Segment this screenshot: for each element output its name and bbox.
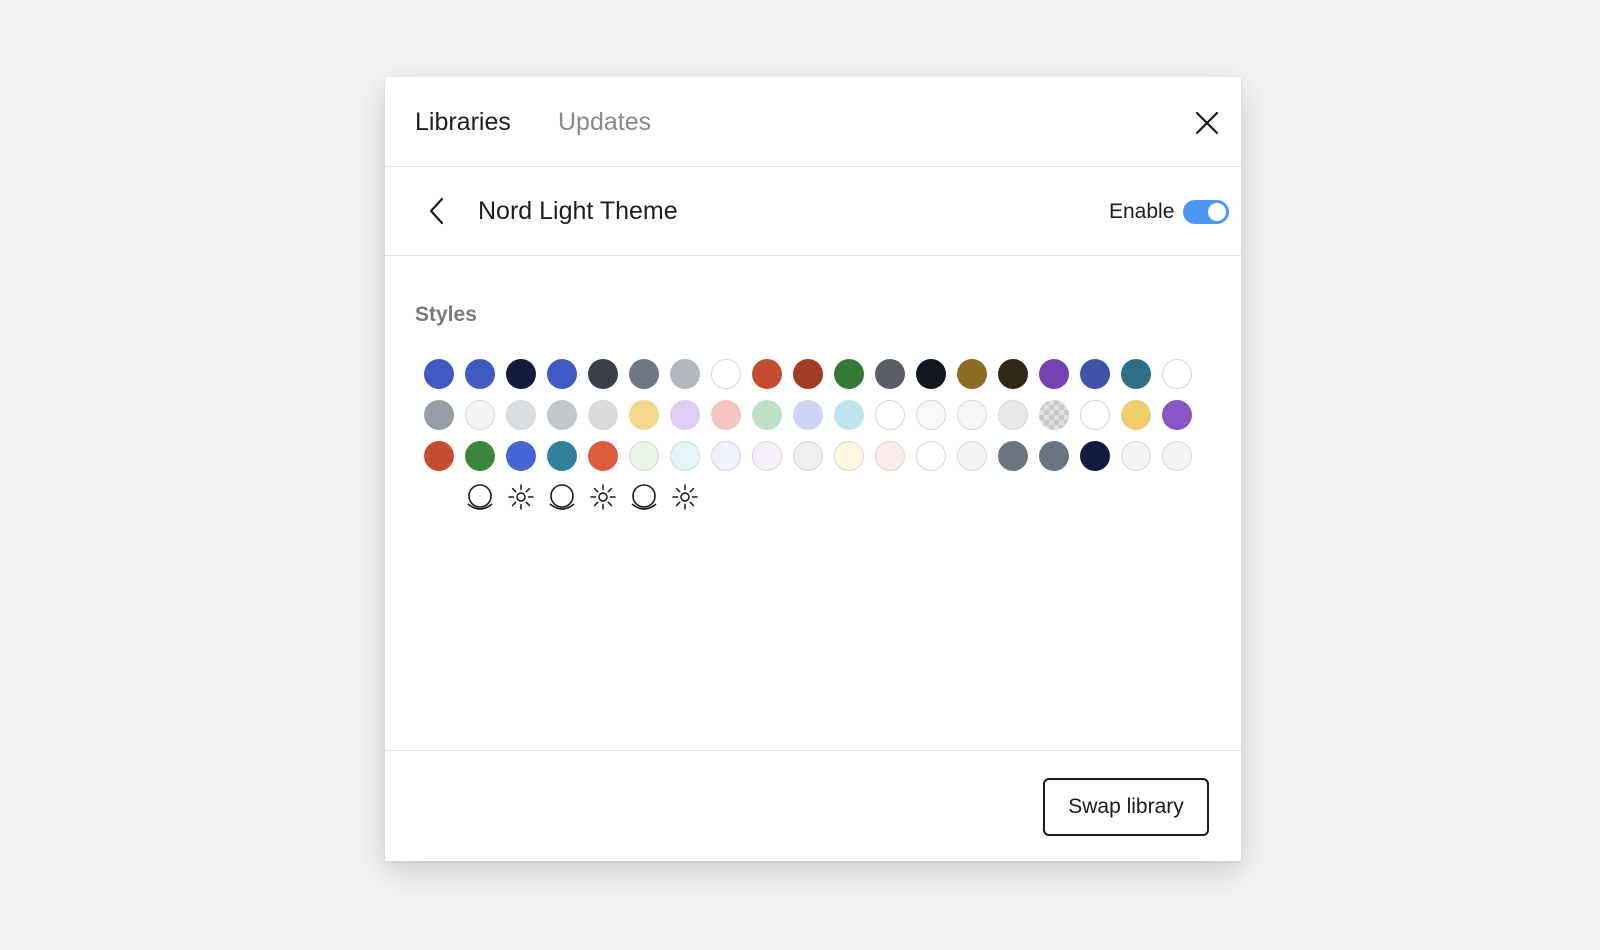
color-style-swatch[interactable] xyxy=(629,400,659,430)
color-style-swatch[interactable] xyxy=(547,400,577,430)
color-style-swatch[interactable] xyxy=(752,441,782,471)
color-style-swatch[interactable] xyxy=(1039,359,1069,389)
library-title: Nord Light Theme xyxy=(478,197,678,225)
shadow-effect-icon xyxy=(467,484,493,510)
color-style-swatch[interactable] xyxy=(670,400,700,430)
color-style-swatch[interactable] xyxy=(998,400,1028,430)
color-style-swatch[interactable] xyxy=(1080,400,1110,430)
color-style-swatch[interactable] xyxy=(916,400,946,430)
color-style-swatch[interactable] xyxy=(506,441,536,471)
color-style-swatch[interactable] xyxy=(752,359,782,389)
color-style-swatch[interactable] xyxy=(834,359,864,389)
color-style-swatch[interactable] xyxy=(1080,359,1110,389)
libraries-dialog: Libraries Updates Nord Light Theme Enabl… xyxy=(385,77,1241,861)
color-style-swatch[interactable] xyxy=(875,359,905,389)
color-style-swatch[interactable] xyxy=(547,441,577,471)
toggle-knob xyxy=(1208,203,1226,221)
effect-style-swatch[interactable] xyxy=(588,482,618,512)
color-style-swatch[interactable] xyxy=(1039,441,1069,471)
color-style-swatch[interactable] xyxy=(834,441,864,471)
back-button[interactable] xyxy=(425,195,449,227)
color-style-swatch[interactable] xyxy=(670,359,700,389)
effect-style-swatch[interactable] xyxy=(506,482,536,512)
styles-heading: Styles xyxy=(415,303,477,326)
effect-styles-row xyxy=(424,482,1204,523)
color-style-swatch[interactable] xyxy=(1080,441,1110,471)
swatch-row xyxy=(424,441,1204,482)
effect-style-swatch[interactable] xyxy=(547,482,577,512)
effect-style-swatch[interactable] xyxy=(670,482,700,512)
color-style-swatch[interactable] xyxy=(629,441,659,471)
color-style-swatch[interactable] xyxy=(424,359,454,389)
swatch-row xyxy=(424,400,1204,441)
color-style-swatch[interactable] xyxy=(1121,441,1151,471)
color-style-swatch[interactable] xyxy=(547,359,577,389)
swatch-row xyxy=(424,359,1204,400)
color-style-swatch[interactable] xyxy=(957,441,987,471)
effect-style-swatch[interactable] xyxy=(465,482,495,512)
effect-style-swatch[interactable] xyxy=(629,482,659,512)
color-style-swatch[interactable] xyxy=(957,359,987,389)
color-style-swatch[interactable] xyxy=(1039,400,1069,430)
shadow-effect-icon xyxy=(631,484,657,510)
color-style-swatch[interactable] xyxy=(875,441,905,471)
color-style-swatch[interactable] xyxy=(465,441,495,471)
sun-effect-icon xyxy=(672,484,698,510)
color-style-swatch[interactable] xyxy=(793,441,823,471)
sun-effect-icon xyxy=(590,484,616,510)
color-style-swatch[interactable] xyxy=(998,359,1028,389)
color-style-swatch[interactable] xyxy=(711,359,741,389)
color-style-swatch[interactable] xyxy=(793,359,823,389)
close-button[interactable] xyxy=(1191,107,1223,139)
library-header: Nord Light Theme Enable xyxy=(385,167,1241,256)
color-style-swatch[interactable] xyxy=(424,441,454,471)
color-style-swatch[interactable] xyxy=(1121,400,1151,430)
color-style-swatch[interactable] xyxy=(1121,359,1151,389)
color-style-swatch[interactable] xyxy=(588,400,618,430)
color-style-swatch[interactable] xyxy=(424,400,454,430)
color-style-swatch[interactable] xyxy=(506,359,536,389)
color-style-swatch[interactable] xyxy=(1162,359,1192,389)
color-style-swatch[interactable] xyxy=(670,441,700,471)
tab-libraries[interactable]: Libraries xyxy=(415,105,511,139)
dialog-tabs-header: Libraries Updates xyxy=(385,77,1241,167)
chevron-left-icon xyxy=(429,197,444,225)
color-style-swatch[interactable] xyxy=(834,400,864,430)
color-style-swatch[interactable] xyxy=(752,400,782,430)
color-style-swatch[interactable] xyxy=(916,441,946,471)
dialog-footer: Swap library xyxy=(385,750,1241,862)
color-style-swatch[interactable] xyxy=(1162,400,1192,430)
color-style-swatch[interactable] xyxy=(588,441,618,471)
swap-library-button[interactable]: Swap library xyxy=(1043,778,1209,836)
color-style-swatch[interactable] xyxy=(957,400,987,430)
close-icon xyxy=(1195,111,1219,135)
color-style-swatch[interactable] xyxy=(916,359,946,389)
color-style-swatch[interactable] xyxy=(629,359,659,389)
styles-grid xyxy=(424,359,1204,523)
shadow-effect-icon xyxy=(549,484,575,510)
color-style-swatch[interactable] xyxy=(465,400,495,430)
enable-toggle[interactable] xyxy=(1183,200,1229,224)
color-style-swatch[interactable] xyxy=(1162,441,1192,471)
color-style-swatch[interactable] xyxy=(711,400,741,430)
color-style-swatch[interactable] xyxy=(875,400,905,430)
sun-effect-icon xyxy=(508,484,534,510)
tab-updates[interactable]: Updates xyxy=(558,105,651,139)
color-style-swatch[interactable] xyxy=(465,359,495,389)
color-style-swatch[interactable] xyxy=(506,400,536,430)
color-style-swatch[interactable] xyxy=(793,400,823,430)
color-style-swatch[interactable] xyxy=(711,441,741,471)
enable-label: Enable xyxy=(1109,200,1175,223)
color-style-swatch[interactable] xyxy=(998,441,1028,471)
color-style-swatch[interactable] xyxy=(588,359,618,389)
